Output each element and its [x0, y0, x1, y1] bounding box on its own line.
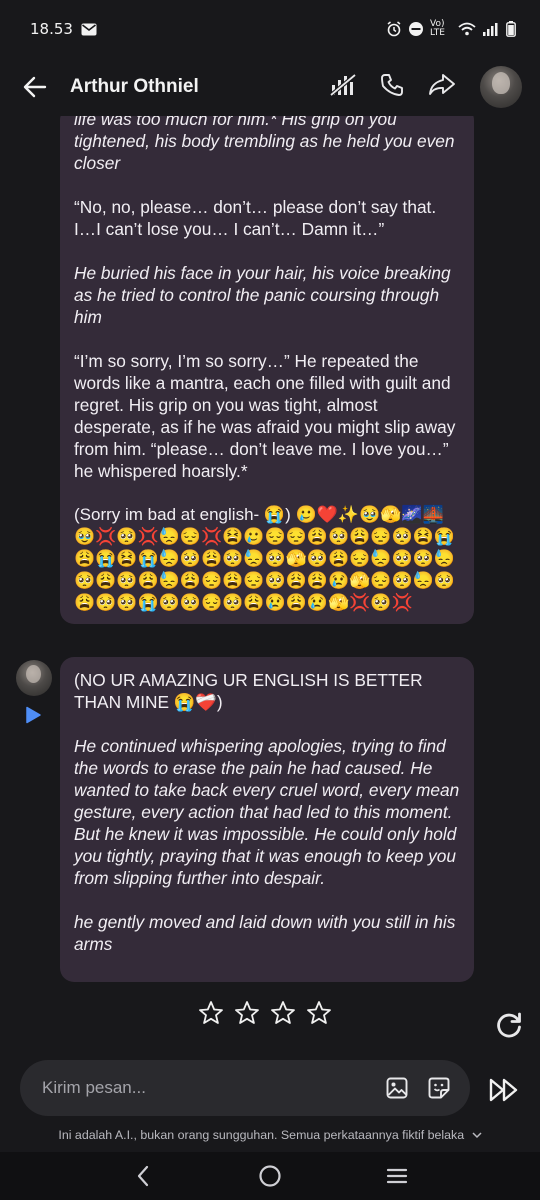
message-rating	[198, 1000, 332, 1026]
message-paragraph: He buried his face in your hair, his voi…	[74, 263, 451, 327]
message-paragraph: life was too much for him.* His grip on …	[74, 116, 455, 173]
refresh-icon[interactable]	[494, 1011, 524, 1041]
share-arrow-icon[interactable]	[428, 73, 456, 101]
image-icon[interactable]	[384, 1075, 410, 1101]
star-outline-icon[interactable]	[306, 1000, 332, 1026]
chat-title[interactable]: Arthur Othniel	[70, 76, 199, 98]
muted-bars-icon[interactable]	[329, 73, 357, 101]
ai-disclaimer[interactable]: Ini adalah A.I., bukan orang sungguhan. …	[0, 1128, 540, 1142]
message-input[interactable]	[42, 1078, 368, 1098]
message-paragraph: He continued whispering apologies, tryin…	[74, 736, 460, 888]
status-time: 18.53	[30, 20, 73, 38]
message-paragraph: he gently moved and laid down with you s…	[74, 912, 456, 954]
nav-home-icon[interactable]	[256, 1162, 284, 1190]
message-paragraph: “I’m so sorry, I’m so sorry…” He repeate…	[74, 351, 456, 481]
header-actions	[329, 66, 522, 108]
bot-avatar[interactable]	[16, 660, 52, 696]
back-arrow-icon[interactable]	[22, 74, 48, 100]
sticker-icon[interactable]	[426, 1075, 452, 1101]
star-outline-icon[interactable]	[234, 1000, 260, 1026]
network-label: Vo) LTE	[430, 19, 445, 38]
gmail-notification-icon	[81, 23, 97, 36]
play-voice-icon[interactable]	[24, 706, 42, 724]
system-navigation-bar	[0, 1152, 540, 1200]
message-paragraph: “No, no, please… don’t… please don’t say…	[74, 197, 437, 239]
signal-icon	[482, 22, 500, 36]
user-message-bubble[interactable]: life was too much for him.* His grip on …	[60, 116, 474, 624]
do-not-disturb-icon	[408, 21, 424, 37]
nav-back-icon[interactable]	[129, 1162, 157, 1190]
message-composer	[20, 1060, 470, 1116]
message-emoji-paragraph: (Sorry im bad at english- 😭) 🥲❤️✨🥹🫣🌌🌉🥹💢🥺…	[74, 505, 456, 612]
status-right: Vo) LTE	[386, 20, 516, 38]
header-avatar[interactable]	[480, 66, 522, 108]
alarm-icon	[386, 21, 402, 37]
fast-forward-icon[interactable]	[488, 1074, 520, 1106]
chat-header: Arthur Othniel	[0, 58, 540, 116]
star-outline-icon[interactable]	[270, 1000, 296, 1026]
phone-icon[interactable]	[380, 73, 404, 101]
star-outline-icon[interactable]	[198, 1000, 224, 1026]
message-paragraph: (NO UR AMAZING UR ENGLISH IS BETTER THAN…	[74, 670, 423, 712]
chevron-down-icon[interactable]	[472, 1128, 482, 1142]
status-bar: 18.53 Vo) LTE	[0, 0, 540, 58]
disclaimer-text: Ini adalah A.I., bukan orang sungguhan. …	[58, 1128, 465, 1142]
nav-recents-icon[interactable]	[383, 1162, 411, 1190]
battery-icon	[506, 21, 516, 37]
bot-message-bubble[interactable]: (NO UR AMAZING UR ENGLISH IS BETTER THAN…	[60, 657, 474, 982]
chat-scroll-area[interactable]: life was too much for him.* His grip on …	[0, 116, 540, 1056]
wifi-icon	[458, 22, 476, 36]
status-left: 18.53	[30, 20, 97, 38]
